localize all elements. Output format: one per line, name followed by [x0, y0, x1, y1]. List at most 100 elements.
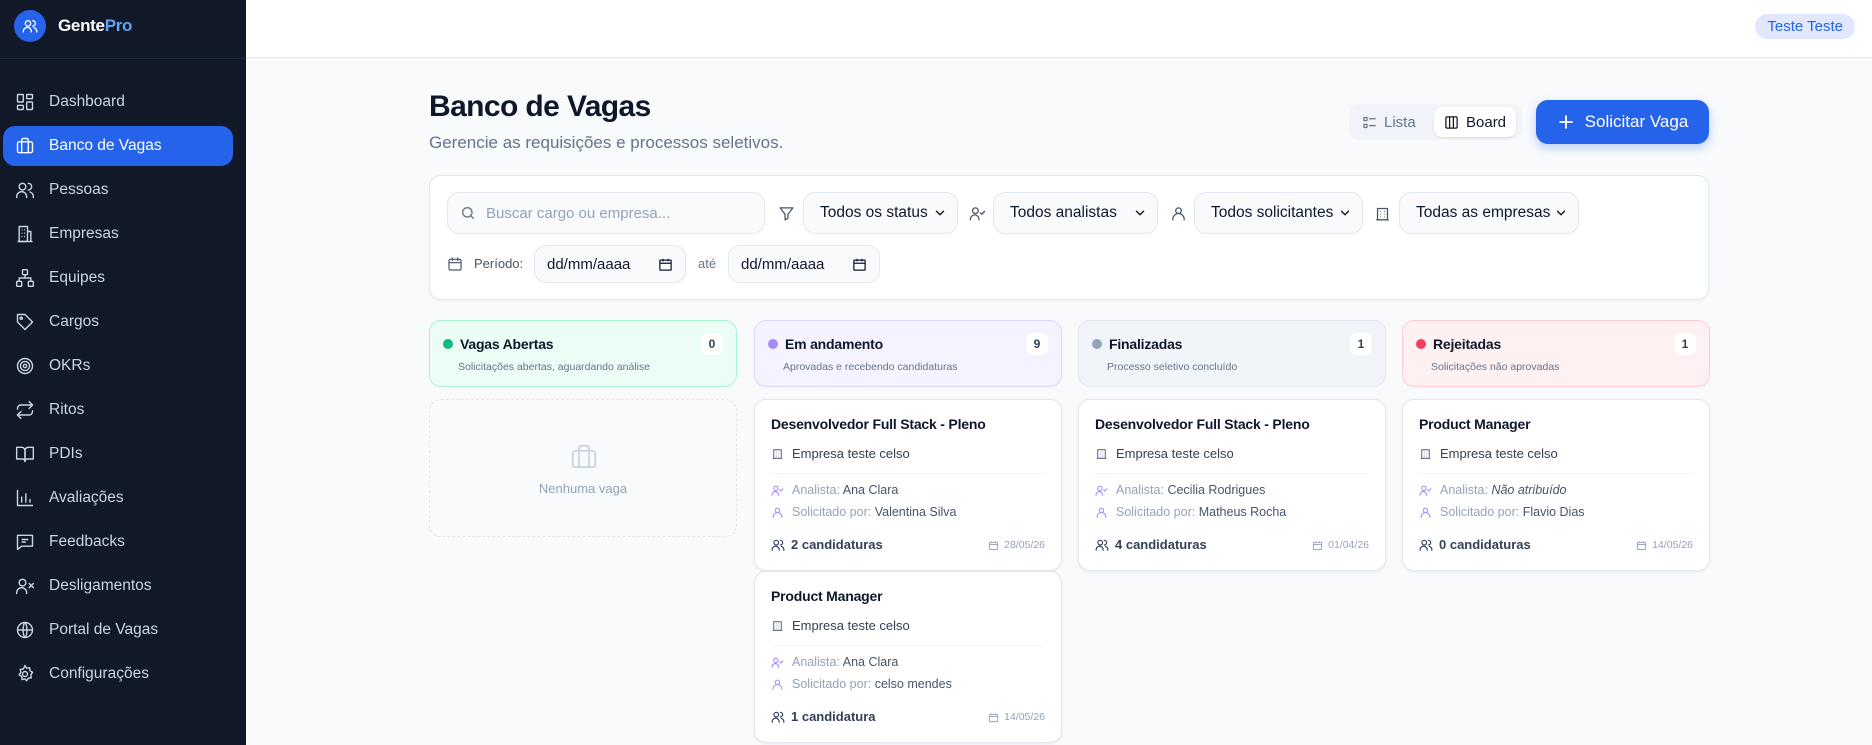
- company-name: Empresa teste celso: [1440, 446, 1558, 461]
- search-icon: [462, 207, 474, 219]
- calendar-icon: [989, 712, 999, 722]
- sidebar-item-ritos[interactable]: Ritos: [3, 390, 233, 430]
- sidebar-item-portal-de-vagas[interactable]: Portal de Vagas: [3, 610, 233, 650]
- company-select[interactable]: Todas as empresas: [1399, 192, 1579, 234]
- empty-message: Nenhuma vaga: [538, 481, 628, 496]
- requester-select[interactable]: Todos solicitantes: [1194, 192, 1363, 234]
- candidates-text: 1 candidatura: [791, 709, 876, 724]
- job-title: Product Manager: [771, 588, 883, 604]
- calendar-icon: [989, 540, 999, 550]
- page-title: Banco de Vagas: [429, 90, 651, 123]
- sidebar-item-pdis[interactable]: PDIs: [3, 434, 233, 474]
- status-select-value: Todos os status: [820, 204, 928, 221]
- job-date: 28/05/26: [988, 539, 1045, 551]
- job-title: Desenvolvedor Full Stack - Pleno: [1095, 416, 1310, 432]
- calendar-icon: [448, 257, 462, 271]
- job-card[interactable]: Desenvolvedor Full Stack - Pleno Empresa…: [1078, 399, 1386, 571]
- column-header-em-andamento: Em andamento Aprovadas e recebendo candi…: [754, 320, 1062, 387]
- column-title: Rejeitadas: [1433, 336, 1502, 352]
- column-header-rejeitadas: Rejeitadas Solicitações não aprovadas 1: [1402, 320, 1710, 387]
- building-icon: [772, 449, 783, 459]
- column-subtitle: Solicitações abertas, aguardando análise: [458, 361, 651, 373]
- card-divider: [1095, 473, 1369, 474]
- column-header-finalizadas: Finalizadas Processo seletivo concluído …: [1078, 320, 1386, 387]
- empty-column-placeholder: Nenhuma vaga: [429, 399, 737, 537]
- brand-logo[interactable]: GentePro: [14, 10, 132, 42]
- status-dot: [1092, 339, 1102, 349]
- job-company: Empresa teste celso: [1419, 446, 1558, 461]
- sidebar-item-label: Empresas: [49, 225, 119, 242]
- job-requester: Solicitado por: Flavio Dias: [1419, 505, 1585, 519]
- job-card[interactable]: Product Manager Empresa teste celso Anal…: [754, 571, 1062, 743]
- sidebar-item-dashboard[interactable]: Dashboard: [3, 82, 233, 122]
- requester-label: Solicitado por:: [1440, 505, 1520, 519]
- card-divider: [1419, 473, 1693, 474]
- plus-icon: [1558, 115, 1573, 129]
- analyst-select[interactable]: Todos analistas: [993, 192, 1158, 234]
- sidebar-item-label: OKRs: [49, 357, 91, 374]
- sidebar-item-configuracoes[interactable]: Configurações: [3, 654, 233, 694]
- company-name: Empresa teste celso: [792, 446, 910, 461]
- analyst-select-value: Todos analistas: [1010, 204, 1117, 221]
- chevron-down-icon: [1340, 210, 1350, 216]
- filters-panel: Todos os status Todos analistas Todos so…: [429, 175, 1709, 300]
- analyst-name: Cecilia Rodrigues: [1167, 483, 1266, 497]
- chevron-down-icon: [1556, 210, 1566, 216]
- job-analyst: Analista: Ana Clara: [771, 655, 898, 669]
- date-to-value: dd/mm/aaaa: [741, 255, 825, 273]
- job-analyst: Analista: Ana Clara: [771, 483, 898, 497]
- job-title: Desenvolvedor Full Stack - Pleno: [771, 416, 986, 432]
- sidebar-item-cargos[interactable]: Cargos: [3, 302, 233, 342]
- user-x-icon: [15, 578, 35, 595]
- building-icon: [17, 225, 33, 243]
- candidates-count: 1 candidatura: [771, 709, 876, 724]
- sidebar-item-label: Pessoas: [49, 181, 109, 198]
- user-icon: [1096, 507, 1107, 518]
- search-box: [447, 192, 765, 234]
- date-from-field[interactable]: dd/mm/aaaa: [534, 245, 686, 283]
- status-dot: [1416, 339, 1426, 349]
- date-to-field[interactable]: dd/mm/aaaa: [728, 245, 880, 283]
- column-count-badge: 0: [701, 333, 723, 355]
- sidebar-item-okrs[interactable]: OKRs: [3, 346, 233, 386]
- job-date: 14/05/26: [1636, 539, 1693, 551]
- job-card[interactable]: Product Manager Empresa teste celso Anal…: [1402, 399, 1710, 571]
- date-text: 14/05/26: [1652, 539, 1693, 551]
- building-icon: [1376, 207, 1389, 221]
- company-select-value: Todas as empresas: [1416, 204, 1551, 221]
- candidates-count: 0 candidaturas: [1419, 537, 1531, 552]
- job-title: Product Manager: [1419, 416, 1531, 432]
- sidebar-item-feedbacks[interactable]: Feedbacks: [3, 522, 233, 562]
- requester-label: Solicitado por:: [792, 677, 872, 691]
- board-view-button[interactable]: Board: [1434, 107, 1517, 137]
- list-view-button[interactable]: Lista: [1352, 107, 1426, 137]
- user-check-icon: [1095, 485, 1108, 496]
- list-view-label: Lista: [1384, 113, 1416, 131]
- sidebar-item-desligamentos[interactable]: Desligamentos: [3, 566, 233, 606]
- job-card[interactable]: Desenvolvedor Full Stack - Pleno Empresa…: [754, 399, 1062, 571]
- request-job-button[interactable]: Solicitar Vaga: [1536, 100, 1709, 144]
- card-divider: [771, 473, 1045, 474]
- requester-select-value: Todos solicitantes: [1211, 204, 1334, 221]
- users-icon: [15, 182, 35, 199]
- sidebar-item-banco-de-vagas[interactable]: Banco de Vagas: [3, 126, 233, 166]
- user-check-icon: [969, 207, 986, 221]
- analyst-name: Ana Clara: [842, 655, 899, 669]
- date-text: 01/04/26: [1328, 539, 1369, 551]
- repeat-icon: [16, 400, 34, 420]
- user-icon: [772, 507, 783, 518]
- company-name: Empresa teste celso: [1116, 446, 1234, 461]
- sidebar-item-empresas[interactable]: Empresas: [3, 214, 233, 254]
- sidebar-item-pessoas[interactable]: Pessoas: [3, 170, 233, 210]
- sidebar-item-equipes[interactable]: Equipes: [3, 258, 233, 298]
- users-icon: [1095, 539, 1109, 551]
- user-menu[interactable]: Teste Teste: [1755, 14, 1855, 39]
- candidates-count: 2 candidaturas: [771, 537, 883, 552]
- between-label: até: [698, 256, 717, 271]
- columns-icon: [1445, 115, 1458, 129]
- search-input[interactable]: [486, 204, 756, 222]
- message-icon: [16, 534, 34, 551]
- user-check-icon: [1419, 485, 1432, 496]
- sidebar-item-avaliacoes[interactable]: Avaliações: [3, 478, 233, 518]
- status-select[interactable]: Todos os status: [803, 192, 958, 234]
